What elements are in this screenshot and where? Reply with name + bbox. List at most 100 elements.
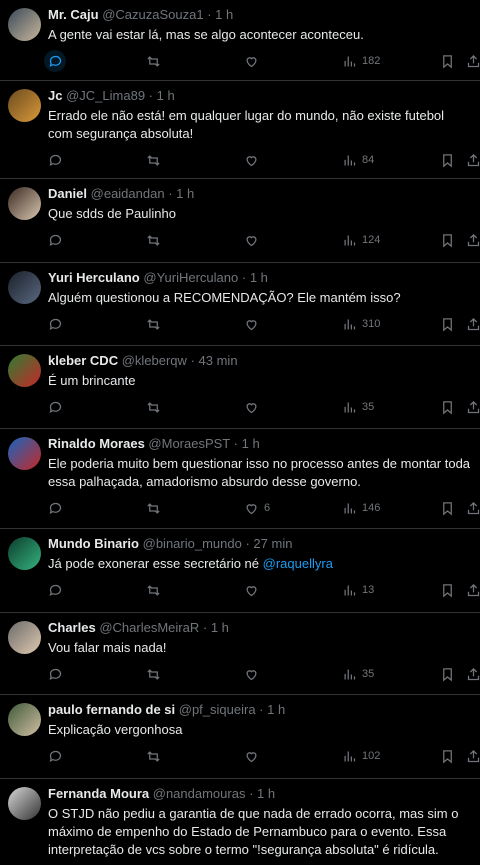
avatar[interactable]: [8, 271, 41, 304]
retweet-button[interactable]: [146, 747, 161, 765]
reply-button[interactable]: [48, 151, 63, 169]
retweet-button[interactable]: [146, 581, 161, 599]
timestamp[interactable]: 43 min: [199, 353, 238, 368]
avatar[interactable]: [8, 787, 41, 820]
display-name[interactable]: Jc: [48, 88, 62, 103]
reply-button[interactable]: [48, 398, 63, 416]
avatar[interactable]: [8, 703, 41, 736]
tweet[interactable]: kleber CDC @kleberqw · 43 min É um brinc…: [0, 346, 480, 429]
bookmark-button[interactable]: [440, 747, 455, 765]
user-handle[interactable]: @JC_Lima89: [66, 88, 145, 103]
views-button[interactable]: 13: [342, 581, 374, 599]
like-button[interactable]: [244, 151, 259, 169]
user-handle[interactable]: @kleberqw: [122, 353, 187, 368]
reply-button[interactable]: [48, 747, 63, 765]
reply-button[interactable]: [48, 231, 63, 249]
display-name[interactable]: Yuri Herculano: [48, 270, 140, 285]
like-button[interactable]: 6: [244, 499, 270, 517]
bookmark-button[interactable]: [440, 52, 455, 70]
views-button[interactable]: 35: [342, 665, 374, 683]
retweet-button[interactable]: [146, 315, 161, 333]
share-button[interactable]: [466, 52, 480, 70]
avatar[interactable]: [8, 437, 41, 470]
retweet-button[interactable]: [146, 151, 161, 169]
like-button[interactable]: [244, 581, 259, 599]
like-button[interactable]: [244, 52, 259, 70]
like-button[interactable]: [244, 231, 259, 249]
user-handle[interactable]: @MoraesPST: [148, 436, 230, 451]
tweet[interactable]: Yuri Herculano @YuriHerculano · 1 h Algu…: [0, 263, 480, 346]
timestamp[interactable]: 1 h: [257, 786, 275, 801]
bookmark-button[interactable]: [440, 398, 455, 416]
avatar[interactable]: [8, 354, 41, 387]
timestamp[interactable]: 1 h: [267, 702, 285, 717]
views-button[interactable]: 102: [342, 747, 380, 765]
reply-button[interactable]: [48, 499, 63, 517]
share-button[interactable]: [466, 665, 480, 683]
share-button[interactable]: [466, 231, 480, 249]
avatar[interactable]: [8, 537, 41, 570]
share-button[interactable]: [466, 151, 480, 169]
user-handle[interactable]: @binario_mundo: [143, 536, 242, 551]
bookmark-button[interactable]: [440, 665, 455, 683]
bookmark-button[interactable]: [440, 315, 455, 333]
retweet-button[interactable]: [146, 398, 161, 416]
avatar[interactable]: [8, 621, 41, 654]
views-button[interactable]: 182: [342, 52, 380, 70]
share-button[interactable]: [466, 581, 480, 599]
reply-button[interactable]: [44, 50, 66, 72]
share-button[interactable]: [466, 398, 480, 416]
user-handle[interactable]: @YuriHerculano: [143, 270, 238, 285]
retweet-button[interactable]: [146, 231, 161, 249]
tweet[interactable]: Jc @JC_Lima89 · 1 h Errado ele não está!…: [0, 81, 480, 179]
avatar[interactable]: [8, 8, 41, 41]
timestamp[interactable]: 1 h: [176, 186, 194, 201]
retweet-button[interactable]: [146, 499, 161, 517]
like-button[interactable]: [244, 315, 259, 333]
reply-button[interactable]: [48, 665, 63, 683]
like-button[interactable]: [244, 747, 259, 765]
views-button[interactable]: 124: [342, 231, 380, 249]
reply-button[interactable]: [48, 315, 63, 333]
tweet[interactable]: paulo fernando de si @pf_siqueira · 1 h …: [0, 695, 480, 779]
views-button[interactable]: 84: [342, 151, 374, 169]
mention-link[interactable]: @raquellyra: [263, 556, 333, 571]
timestamp[interactable]: 1 h: [157, 88, 175, 103]
tweet[interactable]: Fernanda Moura @nandamouras · 1 h O STJD…: [0, 779, 480, 865]
retweet-button[interactable]: [146, 665, 161, 683]
display-name[interactable]: Daniel: [48, 186, 87, 201]
tweet[interactable]: Rinaldo Moraes @MoraesPST · 1 h Ele pode…: [0, 429, 480, 529]
reply-button[interactable]: [48, 581, 63, 599]
display-name[interactable]: Rinaldo Moraes: [48, 436, 145, 451]
avatar[interactable]: [8, 89, 41, 122]
bookmark-button[interactable]: [440, 231, 455, 249]
user-handle[interactable]: @CharlesMeiraR: [99, 620, 199, 635]
bookmark-button[interactable]: [440, 499, 455, 517]
views-button[interactable]: 310: [342, 315, 380, 333]
timestamp[interactable]: 1 h: [250, 270, 268, 285]
avatar[interactable]: [8, 187, 41, 220]
display-name[interactable]: Charles: [48, 620, 96, 635]
user-handle[interactable]: @eaidandan: [91, 186, 165, 201]
tweet[interactable]: Charles @CharlesMeiraR · 1 h Vou falar m…: [0, 613, 480, 695]
user-handle[interactable]: @nandamouras: [153, 786, 246, 801]
like-button[interactable]: [244, 398, 259, 416]
tweet[interactable]: Mr. Caju @CazuzaSouza1 · 1 h A gente vai…: [0, 0, 480, 81]
display-name[interactable]: Mr. Caju: [48, 7, 99, 22]
bookmark-button[interactable]: [440, 581, 455, 599]
user-handle[interactable]: @pf_siqueira: [179, 702, 256, 717]
share-button[interactable]: [466, 499, 480, 517]
display-name[interactable]: kleber CDC: [48, 353, 118, 368]
timestamp[interactable]: 1 h: [215, 7, 233, 22]
display-name[interactable]: paulo fernando de si: [48, 702, 175, 717]
bookmark-button[interactable]: [440, 151, 455, 169]
views-button[interactable]: 146: [342, 499, 380, 517]
views-button[interactable]: 35: [342, 398, 374, 416]
display-name[interactable]: Fernanda Moura: [48, 786, 149, 801]
user-handle[interactable]: @CazuzaSouza1: [102, 7, 203, 22]
share-button[interactable]: [466, 315, 480, 333]
display-name[interactable]: Mundo Binario: [48, 536, 139, 551]
retweet-button[interactable]: [146, 52, 161, 70]
share-button[interactable]: [466, 747, 480, 765]
tweet[interactable]: Daniel @eaidandan · 1 h Que sdds de Paul…: [0, 179, 480, 263]
